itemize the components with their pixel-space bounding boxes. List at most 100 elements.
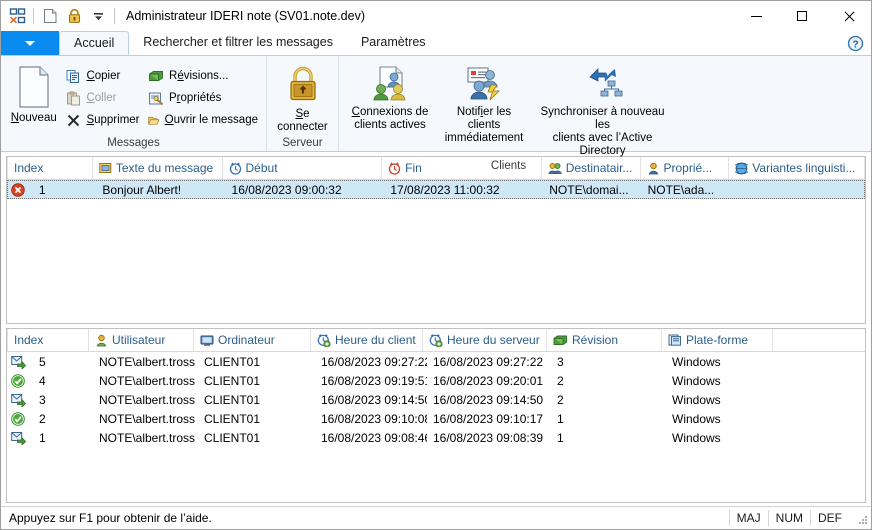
minimize-button[interactable] (733, 1, 779, 31)
new-message-label: Nouveau (10, 112, 57, 124)
ribbon: Nouveau Copier Coller Supprimer Révision… (1, 55, 871, 172)
cell-plate-forme: Windows (672, 354, 721, 369)
connect-button[interactable]: Se connecter (272, 59, 334, 134)
open-message-button[interactable]: Ouvrir le message (144, 109, 262, 131)
column-header-heure-client-label: Heure du client (335, 333, 416, 347)
cell-ordinateur: CLIENT01 (204, 373, 261, 388)
table-row[interactable]: 5 NOTE\albert.tross CLIENT01 16/08/2023 … (7, 352, 865, 371)
column-header-variantes-linguistiques[interactable]: Variantes linguisti... (729, 157, 865, 179)
copy-icon (66, 69, 80, 83)
resize-grip[interactable] (854, 511, 868, 525)
padlock-icon (289, 66, 316, 101)
new-document-icon[interactable] (39, 5, 61, 27)
clients-rows: 5 NOTE\albert.tross CLIENT01 16/08/2023 … (7, 352, 865, 502)
status-indicator-num: NUM (767, 510, 810, 526)
column-header-heure-serveur[interactable]: Heure du serveur (423, 329, 547, 351)
properties-button[interactable]: Propriétés (144, 87, 262, 109)
table-row[interactable]: 2 NOTE\albert.tross CLIENT01 16/08/2023 … (7, 409, 865, 428)
cell-heure-serveur: 16/08/2023 09:27:22 (433, 354, 544, 369)
cell-index: 1 (38, 182, 46, 197)
cell-index: 3 (39, 392, 46, 407)
column-header-ordinateur[interactable]: Ordinateur (194, 329, 311, 351)
messages-column-2: Révisions... Propriétés Ouvrir le messag… (144, 59, 262, 131)
status-hint: Appuyez sur F1 pour obtenir de l’aide. (9, 511, 212, 525)
notify-clients-button[interactable]: Notifier les clients immédiatement (437, 59, 531, 145)
maximize-button[interactable] (779, 1, 825, 31)
cell-ordinateur: CLIENT01 (204, 392, 261, 407)
cell-revision: 2 (557, 373, 564, 388)
messages-list-pane: Index Texte du message Début Fin Destina… (6, 156, 866, 324)
cell-ordinateur: CLIENT01 (204, 430, 261, 445)
cell-destinataires: NOTE\domai... (549, 182, 629, 197)
cell-utilisateur: NOTE\albert.tross (99, 430, 196, 445)
table-row[interactable]: 4 NOTE\albert.tross CLIENT01 16/08/2023 … (7, 371, 865, 390)
column-header-ordinateur-label: Ordinateur (218, 333, 275, 347)
check-green-icon (11, 411, 25, 426)
column-header-utilisateur[interactable]: Utilisateur (89, 329, 194, 351)
cell-plate-forme: Windows (672, 392, 721, 407)
ideri-logo-icon[interactable] (6, 5, 28, 27)
quick-access-toolbar (1, 4, 118, 28)
tab-accueil[interactable]: Accueil (59, 31, 130, 55)
column-header-message-text[interactable]: Texte du message (93, 157, 223, 179)
table-row[interactable]: 1 NOTE\albert.tross CLIENT01 16/08/2023 … (7, 428, 865, 447)
column-header-plate-forme[interactable]: Plate-forme (662, 329, 773, 351)
delete-button[interactable]: Supprimer (62, 109, 144, 131)
column-header-debut-label: Début (245, 161, 278, 175)
ribbon-group-serveur: Se connecter Serveur (266, 56, 338, 151)
envelope-sent-icon (11, 431, 26, 445)
delete-label: Supprimer (86, 114, 140, 126)
envelope-sent-icon (11, 355, 26, 369)
cell-index: 4 (39, 373, 46, 388)
cell-revision: 2 (557, 392, 564, 407)
cell-heure-client: 16/08/2023 09:08:46 (321, 430, 427, 445)
cell-fin: 17/08/2023 11:00:32 (390, 182, 500, 197)
cell-heure-client: 16/08/2023 09:10:08 (321, 411, 427, 426)
app-menu-button[interactable] (1, 31, 59, 55)
cell-index: 2 (39, 411, 46, 426)
window-title: Administrateur IDERI note (SV01.note.dev… (126, 9, 366, 23)
row-status-icon-cell (7, 393, 33, 407)
help-icon[interactable]: ? (845, 33, 865, 53)
application-window: Administrateur IDERI note (SV01.note.dev… (0, 0, 872, 530)
column-header-message-text-label: Texte du message (115, 161, 214, 175)
notify-clients-icon (467, 67, 500, 101)
ribbon-group-clients-title: Clients (490, 160, 527, 172)
status-indicator-def: DEF (810, 510, 849, 526)
table-row[interactable]: 3 NOTE\albert.tross CLIENT01 16/08/2023 … (7, 390, 865, 409)
column-header-client-index[interactable]: Index (7, 329, 89, 351)
sync-active-directory-button[interactable]: Synchroniser à nouveau les clients avec l… (531, 59, 674, 158)
cell-plate-forme: Windows (672, 373, 721, 388)
qat-divider-2 (114, 8, 115, 24)
customize-quick-access-caret-icon[interactable] (87, 5, 109, 27)
copy-button[interactable]: Copier (62, 65, 144, 87)
copy-label: Copier (86, 70, 121, 82)
cell-message-text: Bonjour Albert! (102, 182, 182, 197)
column-header-revision[interactable]: Révision (547, 329, 662, 351)
active-client-connections-button[interactable]: Connexions de clients actives (343, 59, 437, 132)
sync-active-directory-icon (588, 68, 622, 97)
paste-button[interactable]: Coller (62, 87, 144, 109)
row-status-icon-cell (7, 182, 33, 197)
open-message-label: Ouvrir le message (164, 114, 258, 126)
envelope-sent-icon (11, 393, 26, 407)
column-header-heure-client[interactable]: Heure du client (311, 329, 423, 351)
tab-rechercher-filtrer[interactable]: Rechercher et filtrer les messages (129, 31, 347, 55)
cell-index: 1 (39, 430, 46, 445)
cell-variantes-linguistiques (730, 180, 865, 199)
tab-parametres[interactable]: Paramètres (347, 31, 440, 55)
cell-plate-forme: Windows (672, 411, 721, 426)
table-row[interactable]: 1 Bonjour Albert! 16/08/2023 09:00:32 17… (7, 180, 865, 199)
status-indicator-maj: MAJ (728, 510, 768, 526)
revision-icon (553, 335, 568, 345)
revisions-button[interactable]: Révisions... (144, 65, 262, 87)
column-header-index[interactable]: Index (7, 157, 93, 179)
close-button[interactable] (825, 1, 871, 31)
message-text-icon (99, 162, 112, 173)
window-controls (733, 1, 871, 31)
new-message-button[interactable]: Nouveau (5, 59, 62, 125)
lock-icon[interactable] (63, 5, 85, 27)
ribbon-group-messages-title: Messages (107, 137, 160, 149)
cell-proprietaire: NOTE\ada... (647, 182, 715, 197)
svg-text:?: ? (852, 39, 858, 50)
